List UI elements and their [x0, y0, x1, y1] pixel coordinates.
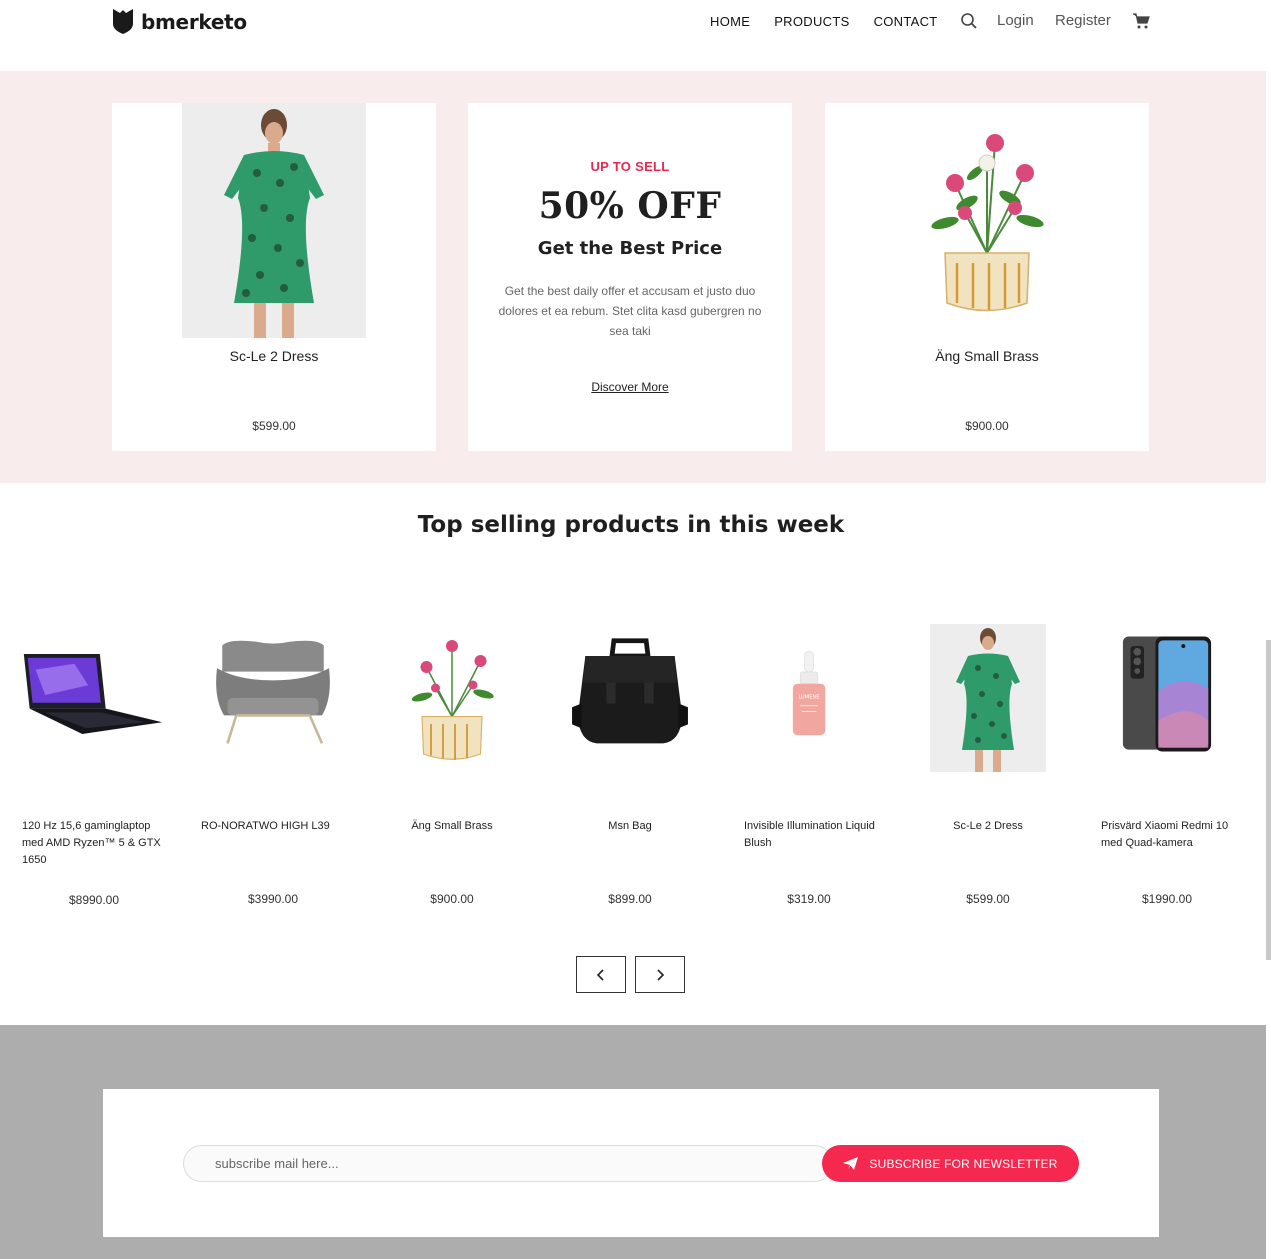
phone-image [1122, 636, 1212, 751]
product-price: $900.00 [430, 892, 474, 906]
product-image-vase [372, 616, 532, 771]
product-image-blush: LUMENE [729, 616, 889, 771]
brand-logo[interactable]: bmerketo [112, 8, 247, 35]
cart-icon[interactable] [1132, 12, 1150, 30]
bag-image [572, 637, 688, 743]
section-title: Top selling products in this week [417, 512, 845, 538]
product-price: $1990.00 [1141, 892, 1193, 906]
product-image-phone [1087, 616, 1247, 771]
brand-name: bmerketo [141, 9, 247, 34]
page-scrollbar[interactable] [1266, 640, 1271, 960]
subscribe-button-label: SUBSCRIBE FOR NEWSLETTER [869, 1156, 1058, 1171]
newsletter-box: SUBSCRIBE FOR NEWSLETTER [103, 1089, 1159, 1237]
product-name: RO-NORATWO HIGH L39 [201, 820, 330, 832]
nav-contact[interactable]: CONTACT [874, 14, 938, 29]
product-image-bag [550, 616, 710, 771]
promo-card-price: $900.00 [965, 419, 1009, 433]
product-price: $3990.00 [247, 892, 299, 906]
product-name: Msn Bag [608, 820, 652, 832]
main-nav: HOME PRODUCTS CONTACT [710, 14, 962, 29]
sofa-image [216, 640, 330, 744]
offer-headline: 50% OFF [538, 185, 722, 227]
register-link[interactable]: Register [1055, 12, 1111, 29]
search-icon[interactable] [960, 12, 978, 30]
promo-card-vase[interactable]: Äng Small Brass $900.00 [825, 103, 1149, 451]
product-price: $319.00 [787, 892, 831, 906]
promo-card-price: $599.00 [252, 419, 296, 433]
offer-kicker: UP TO SELL [590, 159, 670, 174]
shield-logo-icon [113, 9, 133, 34]
offer-description: Get the best daily offer et accusam et j… [498, 284, 762, 338]
vase-image [411, 639, 494, 760]
discover-more-link[interactable]: Discover More [468, 380, 792, 394]
offer-subheadline: Get the Best Price [537, 238, 723, 259]
product-price: $899.00 [608, 892, 652, 906]
product-price: $599.00 [966, 892, 1010, 906]
subscribe-email-input[interactable] [183, 1145, 833, 1182]
product-image-dress [908, 620, 1068, 775]
blush-brand-label: LUMENE [798, 694, 819, 700]
product-name: Invisible Illumination Liquid Blush [744, 820, 875, 849]
carousel-next-button[interactable] [635, 956, 685, 993]
product-price: $8990.00 [68, 893, 120, 907]
product-name: Äng Small Brass [411, 820, 493, 832]
chevron-right-icon [657, 968, 665, 981]
product-name: Prisvärd Xiaomi Redmi 10 med Quad-kamera [1101, 820, 1229, 849]
promo-section: Sc-Le 2 Dress $599.00 UP TO SELL 50% OFF… [0, 71, 1266, 483]
dress-image [930, 623, 1046, 772]
product-image-sofa [193, 616, 353, 771]
subscribe-button[interactable]: SUBSCRIBE FOR NEWSLETTER [822, 1145, 1079, 1182]
newsletter-section: SUBSCRIBE FOR NEWSLETTER [0, 1025, 1266, 1259]
product-name: 120 Hz 15,6 gaminglaptop med AMD Ryzen™ … [22, 820, 161, 866]
vase-image [895, 103, 1079, 338]
dress-image [182, 103, 366, 338]
promo-card-name: Äng Small Brass [935, 348, 1039, 364]
product-name: Sc-Le 2 Dress [953, 820, 1023, 832]
carousel-prev-button[interactable] [576, 956, 626, 993]
blush-bottle-image: LUMENE [792, 650, 826, 735]
promo-card-dress[interactable]: Sc-Le 2 Dress $599.00 [112, 103, 436, 451]
product-image-laptop [14, 616, 174, 771]
nav-products[interactable]: PRODUCTS [774, 14, 849, 29]
laptop-image [23, 653, 163, 734]
offer-card: UP TO SELL 50% OFF Get the Best Price Ge… [468, 103, 792, 451]
chevron-left-icon [596, 968, 604, 981]
paper-plane-icon [843, 1157, 859, 1170]
login-link[interactable]: Login [997, 12, 1034, 29]
nav-home[interactable]: HOME [710, 14, 750, 29]
promo-card-name: Sc-Le 2 Dress [229, 348, 319, 364]
site-header: bmerketo HOME PRODUCTS CONTACT Login Reg… [0, 0, 1266, 71]
